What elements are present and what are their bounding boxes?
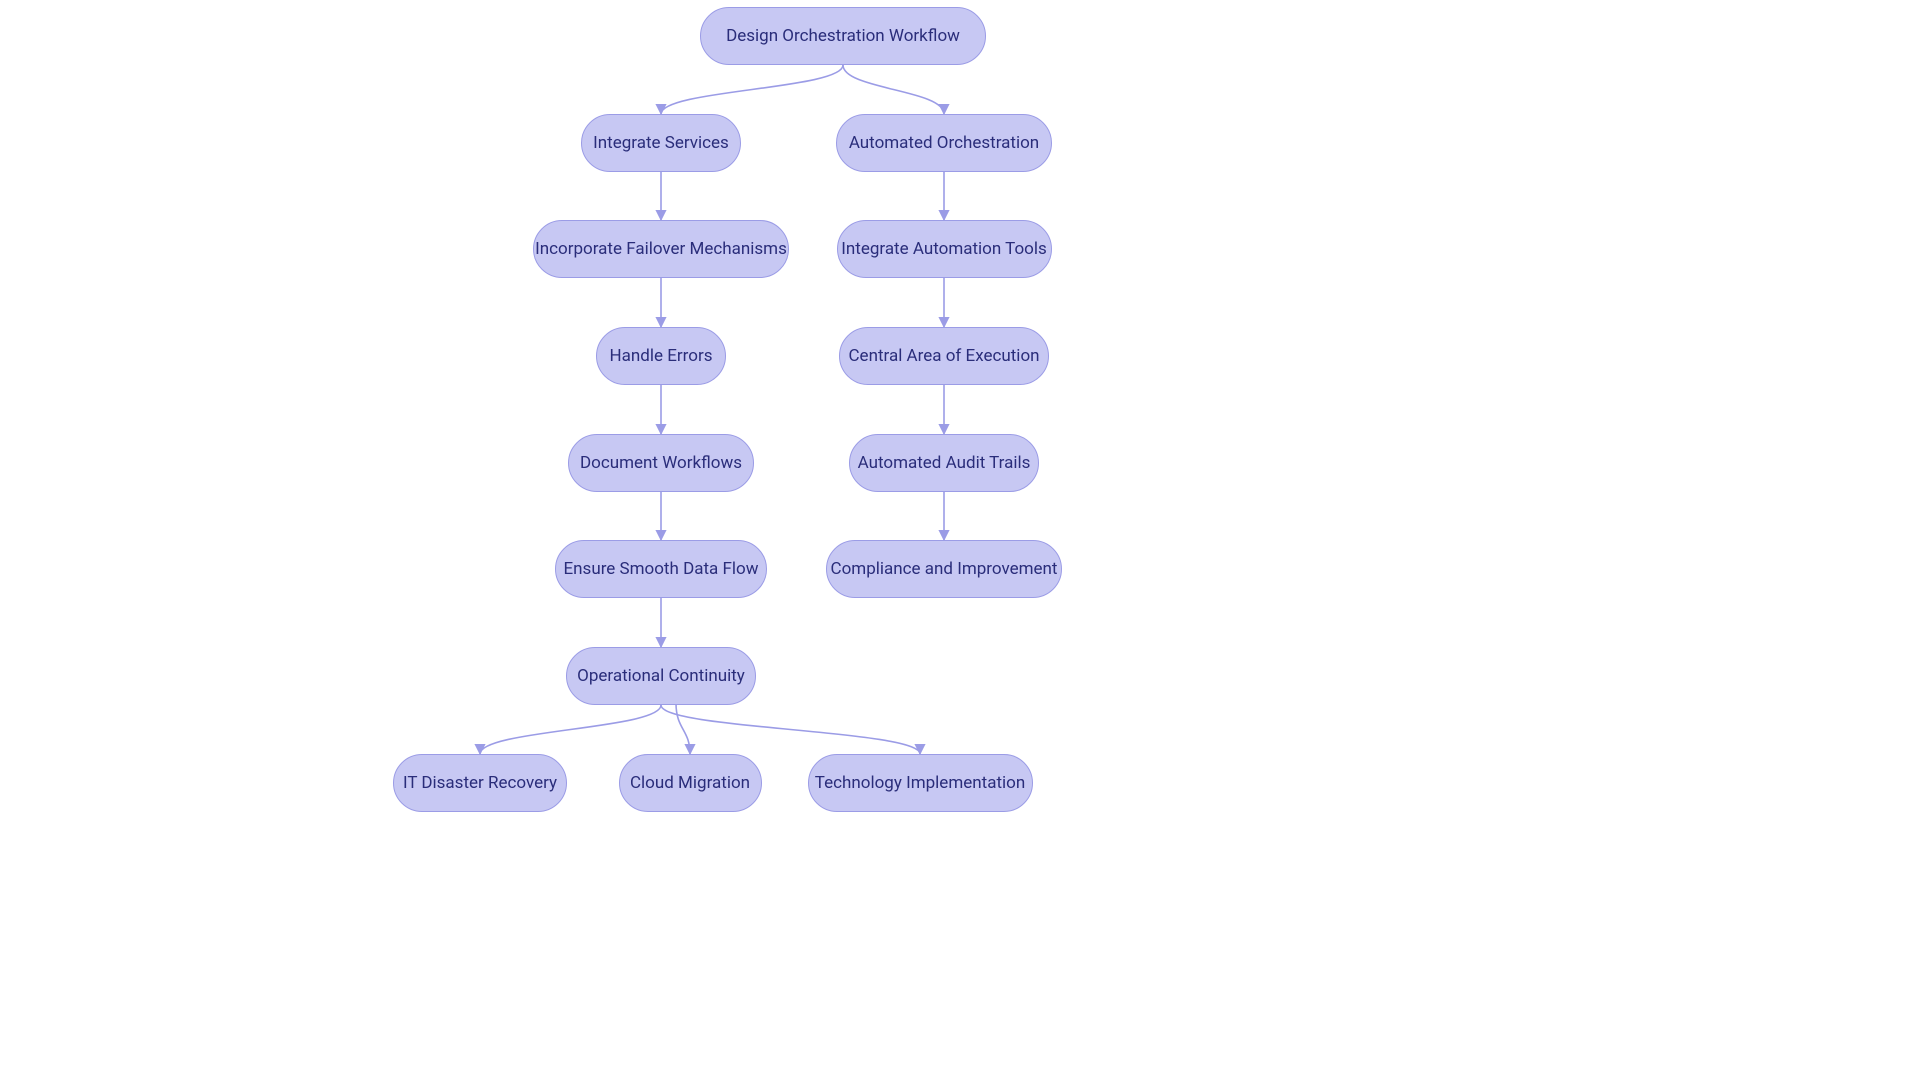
diagram-canvas: Design Orchestration Workflow Integrate …: [0, 0, 1920, 1080]
node-automated-orchestration: Automated Orchestration: [836, 114, 1052, 172]
node-integrate-services: Integrate Services: [581, 114, 741, 172]
edge: [676, 703, 690, 754]
node-automated-audit-trails: Automated Audit Trails: [849, 434, 1039, 492]
node-operational-continuity: Operational Continuity: [566, 647, 756, 705]
node-it-disaster-recovery: IT Disaster Recovery: [393, 754, 567, 812]
node-document-workflows: Document Workflows: [568, 434, 754, 492]
node-ensure-smooth-data-flow: Ensure Smooth Data Flow: [555, 540, 767, 598]
edge: [480, 705, 661, 754]
node-compliance-improvement: Compliance and Improvement: [826, 540, 1062, 598]
edge: [661, 705, 920, 754]
node-central-area-execution: Central Area of Execution: [839, 327, 1049, 385]
node-integrate-automation-tools: Integrate Automation Tools: [837, 220, 1052, 278]
node-technology-implementation: Technology Implementation: [808, 754, 1033, 812]
edge: [661, 65, 843, 114]
node-handle-errors: Handle Errors: [596, 327, 726, 385]
node-incorporate-failover: Incorporate Failover Mechanisms: [533, 220, 789, 278]
edge: [843, 65, 944, 114]
node-root: Design Orchestration Workflow: [700, 7, 986, 65]
node-cloud-migration: Cloud Migration: [619, 754, 762, 812]
